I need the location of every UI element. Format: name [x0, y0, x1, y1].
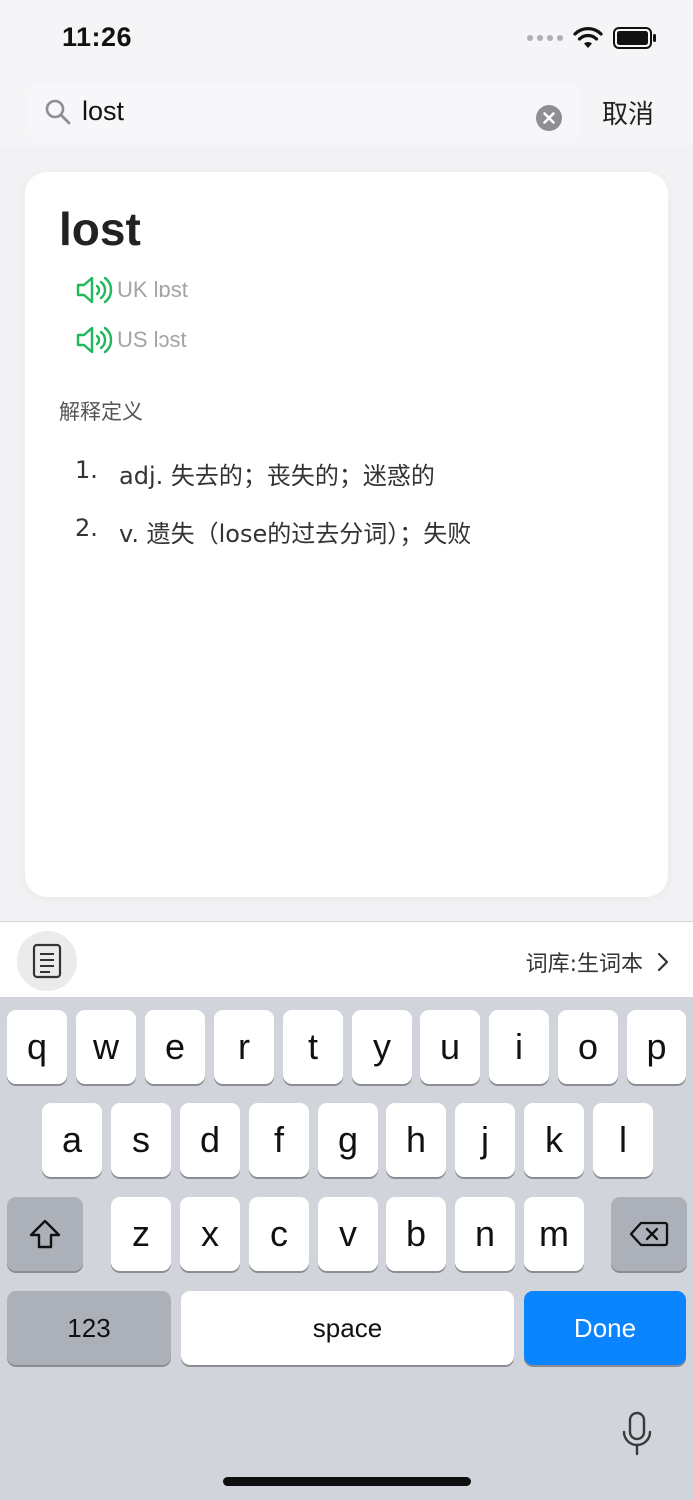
- key-f[interactable]: f: [249, 1103, 309, 1177]
- cancel-button[interactable]: 取消: [602, 94, 654, 131]
- home-indicator: [223, 1477, 471, 1486]
- bottom-toolbar: 词库:生词本: [0, 921, 693, 997]
- key-t[interactable]: t: [283, 1010, 343, 1084]
- wifi-icon: [573, 27, 603, 48]
- backspace-icon: [629, 1221, 669, 1247]
- search-input[interactable]: [82, 91, 522, 131]
- battery-icon: [613, 27, 656, 49]
- key-y[interactable]: y: [352, 1010, 412, 1084]
- key-a[interactable]: a: [42, 1103, 102, 1177]
- definition-text: adj. 失去的；丧失的；迷惑的: [119, 462, 435, 490]
- pronunciation-label: US lɔst: [117, 327, 187, 352]
- key-l[interactable]: l: [593, 1103, 653, 1177]
- speaker-icon: [76, 276, 113, 304]
- key-d[interactable]: d: [180, 1103, 240, 1177]
- status-bar: 11:26: [0, 0, 693, 76]
- search-bar: 取消: [0, 76, 693, 146]
- key-c[interactable]: c: [249, 1197, 309, 1271]
- chevron-right-icon: [657, 952, 669, 972]
- shift-icon: [29, 1219, 61, 1249]
- key-k[interactable]: k: [524, 1103, 584, 1177]
- definition-number: 2.: [75, 514, 98, 542]
- word-title: lost: [59, 203, 141, 255]
- document-icon: [32, 943, 62, 979]
- library-label: 词库:生词本: [525, 952, 643, 977]
- shift-key[interactable]: [7, 1197, 83, 1271]
- key-m[interactable]: m: [524, 1197, 584, 1271]
- definition-text: v. 遗失（lose的过去分词）；失败: [119, 520, 472, 548]
- status-icons: [527, 24, 657, 52]
- key-n[interactable]: n: [455, 1197, 515, 1271]
- key-i[interactable]: i: [489, 1010, 549, 1084]
- us-pronunciation-button[interactable]: US lɔst: [75, 324, 187, 356]
- definition-number: 1.: [75, 456, 98, 484]
- speaker-icon: [76, 326, 113, 354]
- notebook-button[interactable]: [17, 931, 77, 991]
- key-g[interactable]: g: [318, 1103, 378, 1177]
- space-key[interactable]: space: [181, 1291, 514, 1365]
- key-s[interactable]: s: [111, 1103, 171, 1177]
- key-u[interactable]: u: [420, 1010, 480, 1084]
- numbers-key[interactable]: 123: [7, 1291, 171, 1365]
- pronunciation-label: UK lɒst: [117, 277, 188, 302]
- status-time: 11:26: [62, 22, 133, 52]
- key-r[interactable]: r: [214, 1010, 274, 1084]
- uk-pronunciation-button[interactable]: UK lɒst: [75, 274, 188, 306]
- key-w[interactable]: w: [76, 1010, 136, 1084]
- key-v[interactable]: v: [318, 1197, 378, 1271]
- key-z[interactable]: z: [111, 1197, 171, 1271]
- search-icon: [45, 99, 71, 125]
- key-e[interactable]: e: [145, 1010, 205, 1084]
- definition-item: 1. adj. 失去的；丧失的；迷惑的: [75, 456, 435, 491]
- word-card: lost UK lɒst US lɔst 解释定义 1. adj. 失去的；丧失…: [25, 172, 668, 897]
- delete-key[interactable]: [611, 1197, 687, 1271]
- section-label: 解释定义: [59, 400, 143, 424]
- search-field[interactable]: [30, 84, 580, 138]
- key-q[interactable]: q: [7, 1010, 67, 1084]
- clear-icon[interactable]: [535, 104, 563, 132]
- key-j[interactable]: j: [455, 1103, 515, 1177]
- key-p[interactable]: p: [627, 1010, 686, 1084]
- key-x[interactable]: x: [180, 1197, 240, 1271]
- key-h[interactable]: h: [386, 1103, 446, 1177]
- cellular-signal-icon: [527, 35, 563, 41]
- library-selector[interactable]: 词库:生词本: [526, 946, 671, 978]
- done-key[interactable]: Done: [524, 1291, 686, 1365]
- keyboard: q w e r t y u i o p a s d f g h j k l z …: [0, 997, 693, 1500]
- microphone-icon[interactable]: [620, 1410, 654, 1458]
- definition-item: 2. v. 遗失（lose的过去分词）；失败: [75, 514, 471, 549]
- key-o[interactable]: o: [558, 1010, 618, 1084]
- key-b[interactable]: b: [386, 1197, 446, 1271]
